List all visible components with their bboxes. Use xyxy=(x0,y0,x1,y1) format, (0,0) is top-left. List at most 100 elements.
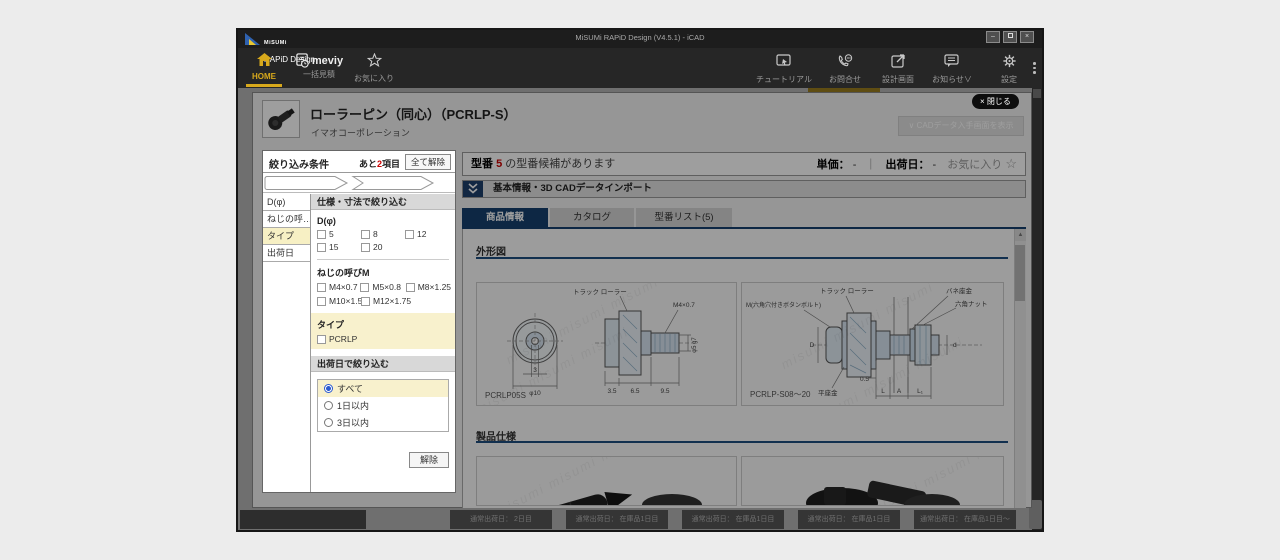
checkbox-icon xyxy=(405,230,414,239)
home-active-underline xyxy=(246,84,282,87)
checkbox-d-15[interactable]: 15 xyxy=(317,242,361,253)
ship-filter-header: 出荷日で絞り込む xyxy=(311,355,455,372)
home-icon xyxy=(256,53,272,66)
checkbox-label: M12×1.75 xyxy=(373,295,412,306)
nav-tutorial[interactable]: チュートリアル xyxy=(756,54,812,85)
checkbox-icon xyxy=(317,243,326,253)
nav-news[interactable]: お知らせ∨ xyxy=(926,54,978,85)
radio-label: 3日以内 xyxy=(337,417,370,428)
close-dialog-button[interactable]: × 閉じる xyxy=(972,94,1019,109)
filter-nav-thread[interactable]: ねじの呼… xyxy=(263,211,310,228)
radio-3day[interactable]: 3日以内 xyxy=(318,414,448,431)
checkbox-d-8[interactable]: 8 xyxy=(361,229,405,239)
nav-home-label: HOME xyxy=(252,72,276,81)
news-bubble-icon xyxy=(944,54,959,67)
checkbox-m4[interactable]: M4×0.7 xyxy=(317,282,360,293)
nav-favorites-label: お気に入り xyxy=(354,74,394,83)
checkbox-icon xyxy=(317,283,326,293)
checkbox-label: 20 xyxy=(373,242,383,253)
group-type-label: タイプ xyxy=(317,319,345,330)
progress-chevron-1 xyxy=(264,176,349,190)
checkbox-pcrlp[interactable]: PCRLP xyxy=(317,334,357,344)
remaining-prefix: あと xyxy=(359,159,378,169)
filter-progress xyxy=(263,173,455,193)
filter-title: 絞り込み条件 xyxy=(269,160,329,171)
clear-all-button[interactable]: 全て解除 xyxy=(404,154,451,170)
checkbox-label: PCRLP xyxy=(329,333,358,344)
clear-button[interactable]: 解除 xyxy=(409,451,449,468)
filter-nav: D(φ) ねじの呼… タイプ 出荷日 xyxy=(263,194,311,492)
checkbox-icon xyxy=(361,243,370,253)
checkbox-icon xyxy=(317,334,326,344)
checkbox-icon xyxy=(361,296,370,306)
radio-label: すべて xyxy=(337,383,364,394)
checkbox-label: M10×1.5 xyxy=(329,295,363,306)
spec-filter-header: 仕様・寸法で絞り込む xyxy=(311,194,455,210)
checkbox-label: M5×0.8 xyxy=(372,282,401,293)
nav-meviy[interactable]: meviy 一括見積 xyxy=(288,53,350,80)
nav-news-label: お知らせ∨ xyxy=(932,75,972,84)
group-d-label: D(φ) xyxy=(317,216,336,226)
radio-icon xyxy=(324,400,333,410)
meviy-icon xyxy=(296,53,309,68)
checkbox-m10[interactable]: M10×1.5 xyxy=(317,295,363,306)
minimize-button[interactable]: – xyxy=(986,31,1000,43)
nav-tutorial-label: チュートリアル xyxy=(756,75,812,84)
checkbox-label: 15 xyxy=(329,242,339,253)
nav-meviy-label: meviy xyxy=(311,54,344,67)
radio-label: 1日以内 xyxy=(337,400,370,411)
group-thread-label: ねじの呼びM xyxy=(317,268,370,279)
phone-contact-icon xyxy=(838,54,853,67)
checkbox-m12[interactable]: M12×1.75 xyxy=(361,295,412,306)
nav-contact-label: お問合せ xyxy=(829,75,861,84)
filter-nav-d[interactable]: D(φ) xyxy=(263,194,310,211)
close-window-button[interactable]: × xyxy=(1020,31,1034,43)
ship-options: すべて 1日以内 3日以内 xyxy=(317,378,449,432)
remaining-suffix: 項目 xyxy=(382,159,401,169)
filter-nav-ship[interactable]: 出荷日 xyxy=(263,245,310,262)
progress-chevron-2 xyxy=(351,176,435,190)
nav-settings-label: 設定 xyxy=(1001,75,1017,84)
filter-nav-type[interactable]: タイプ xyxy=(263,228,310,245)
divider xyxy=(317,259,449,261)
nav-favorites[interactable]: お気に入り xyxy=(352,52,396,84)
filter-panel: 絞り込み条件 あと2項目 全て解除 D(φ) ねじの呼… タイプ 出荷日 仕様・… xyxy=(262,150,456,493)
window-title: MiSUMi RAPiD Design (V4.5.1) - iCAD xyxy=(575,33,705,42)
nav-design-screen[interactable]: 設計画面 xyxy=(876,54,920,85)
nav-design-screen-label: 設計画面 xyxy=(882,75,914,84)
checkbox-label: 8 xyxy=(373,229,378,239)
checkbox-label: 5 xyxy=(329,229,334,239)
filter-remaining: あと2項目 xyxy=(359,157,400,170)
checkbox-label: 12 xyxy=(417,229,427,239)
maximize-button[interactable] xyxy=(1003,31,1017,43)
checkbox-d-12[interactable]: 12 xyxy=(405,229,449,239)
checkbox-d-5[interactable]: 5 xyxy=(317,229,361,239)
checkbox-d-20[interactable]: 20 xyxy=(361,242,405,253)
filter-header: 絞り込み条件 あと2項目 全て解除 xyxy=(263,151,455,173)
checkbox-m8[interactable]: M8×1.25 xyxy=(405,282,455,293)
checkbox-icon xyxy=(317,296,326,306)
nav-contact[interactable]: お問合せ xyxy=(820,54,870,85)
radio-1day[interactable]: 1日以内 xyxy=(318,397,448,414)
star-icon xyxy=(366,52,382,67)
maximize-icon xyxy=(1007,33,1013,38)
logo-line1: MiSUMi xyxy=(264,40,287,46)
checkbox-icon xyxy=(361,230,370,239)
nav-settings[interactable]: 設定 xyxy=(988,54,1030,85)
filter-body: 仕様・寸法で絞り込む D(φ) 5 8 12 15 20 ねじの呼びM M4×0… xyxy=(311,194,455,492)
checkbox-icon xyxy=(317,230,326,239)
gear-icon xyxy=(1002,54,1016,68)
nav-home[interactable]: HOME xyxy=(246,53,282,81)
nav-meviy-sublabel: 一括見積 xyxy=(303,70,335,79)
radio-icon xyxy=(324,417,333,427)
misumi-logo-icon-accent xyxy=(249,39,256,45)
tutorial-icon xyxy=(776,54,791,66)
type-section: タイプ PCRLP xyxy=(311,312,455,349)
checkbox-icon xyxy=(360,283,370,293)
checkbox-icon xyxy=(405,283,415,293)
radio-icon-selected xyxy=(324,383,333,393)
radio-all[interactable]: すべて xyxy=(318,379,448,397)
checkbox-m5[interactable]: M5×0.8 xyxy=(360,282,405,293)
design-screen-icon xyxy=(890,54,905,68)
more-menu-icon[interactable] xyxy=(1033,60,1036,76)
